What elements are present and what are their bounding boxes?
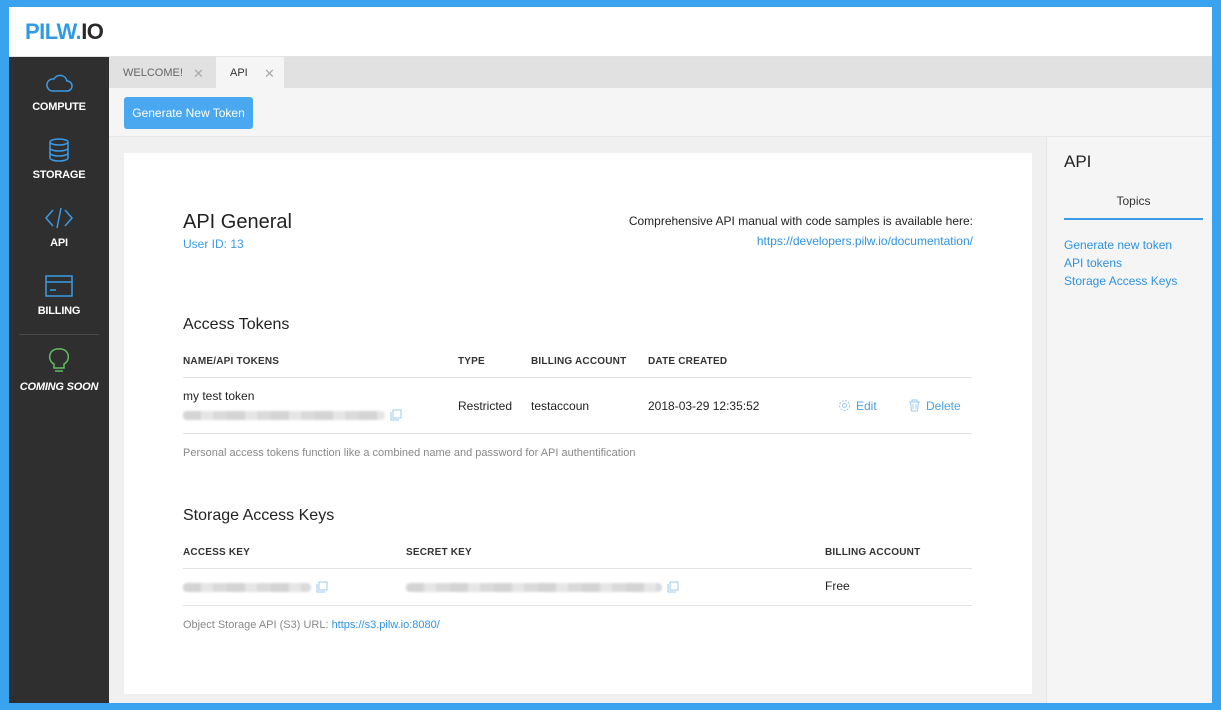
- sidebar-item-compute[interactable]: COMPUTE: [9, 71, 109, 113]
- page-title: API General: [183, 211, 292, 233]
- sidebar-label: COMING SOON: [19, 381, 99, 393]
- generate-new-token-button[interactable]: Generate New Token: [124, 97, 253, 129]
- copy-icon[interactable]: [316, 581, 328, 593]
- token-date-created: 2018-03-29 12:35:52: [648, 399, 760, 413]
- sidebar-label: BILLING: [37, 305, 81, 317]
- delete-label: Delete: [926, 399, 961, 413]
- column-header: BILLING ACCOUNT: [531, 356, 627, 367]
- tab-api[interactable]: API ✕: [216, 57, 284, 88]
- delete-button[interactable]: Delete: [908, 399, 961, 413]
- cloud-icon: [46, 74, 73, 92]
- documentation-link[interactable]: https://developers.pilw.io/documentation…: [757, 234, 973, 248]
- close-icon[interactable]: ✕: [193, 57, 204, 90]
- database-icon: [49, 138, 69, 162]
- topic-link-generate-token[interactable]: Generate new token: [1064, 238, 1172, 252]
- storage-note-prefix: Object Storage API (S3) URL:: [183, 619, 332, 631]
- sidebar-item-coming-soon[interactable]: COMING SOON: [9, 347, 109, 393]
- right-panel: API Topics Generate new token API tokens…: [1046, 137, 1212, 703]
- credit-card-icon: [45, 275, 73, 297]
- topic-link-storage-keys[interactable]: Storage Access Keys: [1064, 274, 1177, 288]
- tab-bar: WELCOME! ✕ API ✕: [109, 57, 1212, 88]
- copy-icon[interactable]: [667, 581, 679, 593]
- divider: [183, 568, 972, 569]
- main-content: API General User ID: 13 Comprehensive AP…: [109, 137, 1046, 703]
- gear-icon: [839, 400, 850, 411]
- column-header: DATE CREATED: [648, 356, 728, 367]
- key-billing-account: Free: [825, 579, 850, 593]
- access-tokens-title: Access Tokens: [183, 316, 290, 333]
- redacted-token: [183, 411, 385, 420]
- tab-welcome[interactable]: WELCOME! ✕: [109, 57, 213, 88]
- sidebar-label: API: [50, 237, 68, 249]
- tokens-note: Personal access tokens function like a c…: [183, 447, 636, 459]
- user-id: User ID: 13: [183, 237, 244, 251]
- trash-icon: [909, 399, 920, 412]
- close-icon[interactable]: ✕: [264, 57, 275, 90]
- storage-keys-title: Storage Access Keys: [183, 507, 335, 524]
- column-header: ACCESS KEY: [183, 547, 251, 558]
- right-panel-title: API: [1064, 152, 1092, 171]
- tab-label: WELCOME!: [123, 67, 183, 79]
- redacted-access-key: [183, 583, 311, 592]
- code-icon: [45, 207, 73, 229]
- redacted-secret-key: [406, 583, 662, 592]
- sidebar-divider: [19, 334, 99, 335]
- logo-part-2: IO: [81, 19, 104, 44]
- token-billing-account: testaccoun: [531, 399, 590, 413]
- sidebar-item-billing[interactable]: BILLING: [9, 273, 109, 317]
- sidebar-item-api[interactable]: API: [9, 205, 109, 249]
- topic-link-api-tokens[interactable]: API tokens: [1064, 256, 1122, 270]
- divider: [183, 605, 972, 606]
- divider: [183, 377, 972, 378]
- logo-part-1: PILW.: [25, 19, 82, 44]
- edit-label: Edit: [856, 399, 877, 413]
- sidebar-item-storage[interactable]: STORAGE: [9, 137, 109, 181]
- app-window: PILW.IO COMPUTE STORAGE API BILLING COMI…: [9, 7, 1212, 703]
- copy-icon[interactable]: [390, 409, 402, 421]
- storage-note: Object Storage API (S3) URL: https://s3.…: [183, 619, 440, 631]
- s3-url-link[interactable]: https://s3.pilw.io:8080/: [332, 619, 440, 631]
- toolbar: Generate New Token: [109, 88, 1212, 137]
- divider: [183, 433, 972, 434]
- column-header: NAME/API TOKENS: [183, 356, 280, 367]
- logo[interactable]: PILW.IO: [25, 19, 104, 45]
- column-header: SECRET KEY: [406, 547, 472, 558]
- sidebar-label: STORAGE: [32, 169, 86, 181]
- edit-button[interactable]: Edit: [838, 399, 877, 413]
- sidebar: COMPUTE STORAGE API BILLING COMING SOON: [9, 57, 109, 703]
- lightbulb-icon: [48, 348, 70, 372]
- sidebar-label: COMPUTE: [32, 101, 86, 113]
- tab-topics[interactable]: Topics: [1064, 194, 1203, 208]
- api-card: API General User ID: 13 Comprehensive AP…: [124, 153, 1032, 694]
- token-name: my test token: [183, 389, 255, 403]
- column-header: TYPE: [458, 356, 485, 367]
- column-header: BILLING ACCOUNT: [825, 547, 921, 558]
- active-tab-indicator: [1064, 218, 1203, 220]
- top-header: PILW.IO: [9, 7, 1212, 57]
- token-type: Restricted: [458, 399, 513, 413]
- tab-label: API: [230, 67, 248, 79]
- manual-text: Comprehensive API manual with code sampl…: [628, 214, 973, 228]
